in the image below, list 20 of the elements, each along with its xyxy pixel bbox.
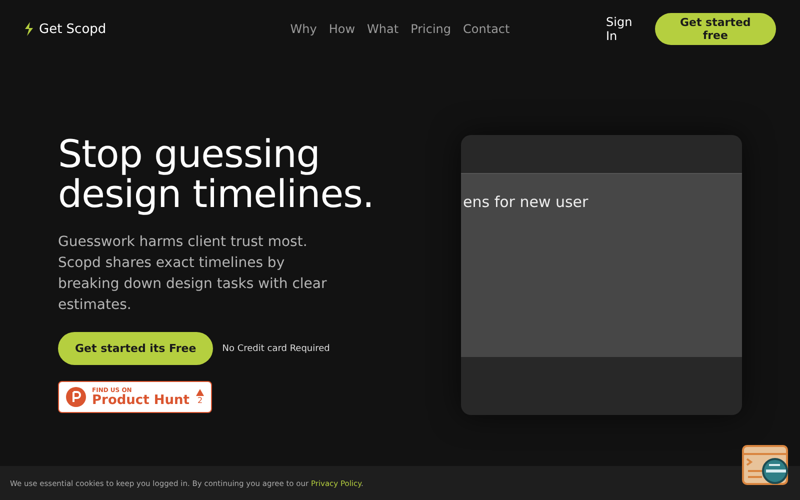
browser-chat-icon[interactable] <box>742 445 790 487</box>
bolt-icon <box>24 22 34 36</box>
nav-link[interactable]: How <box>328 22 356 36</box>
nav-link[interactable]: What <box>367 22 399 36</box>
upvote-icon <box>196 389 204 396</box>
hero-title-line: Stop guessing <box>58 134 321 174</box>
get-started-button[interactable]: Get started free <box>654 13 776 45</box>
nav-link[interactable]: Pricing <box>410 22 452 36</box>
product-hunt-icon <box>66 387 86 407</box>
product-hunt-name: Product Hunt <box>92 394 190 406</box>
hero-description: Guesswork harms client trust most. Scopd shares exact timelines by breaking down design tasks with clear estimates. <box>58 233 328 315</box>
upvote-count: 2 <box>197 397 203 405</box>
brand-name[interactable]: Get Scopd <box>39 22 106 36</box>
nav-link[interactable]: Contact <box>463 22 510 36</box>
preview-caption: ens for new user <box>463 193 588 211</box>
sign-in-link[interactable]: Sign In <box>606 15 643 43</box>
get-started-button[interactable]: Get started its Free <box>58 332 214 365</box>
no-credit-card-note: No Credit card Required <box>222 344 330 354</box>
nav-link[interactable]: Why <box>290 22 317 36</box>
hero-title-line: design timelines. <box>58 174 375 214</box>
